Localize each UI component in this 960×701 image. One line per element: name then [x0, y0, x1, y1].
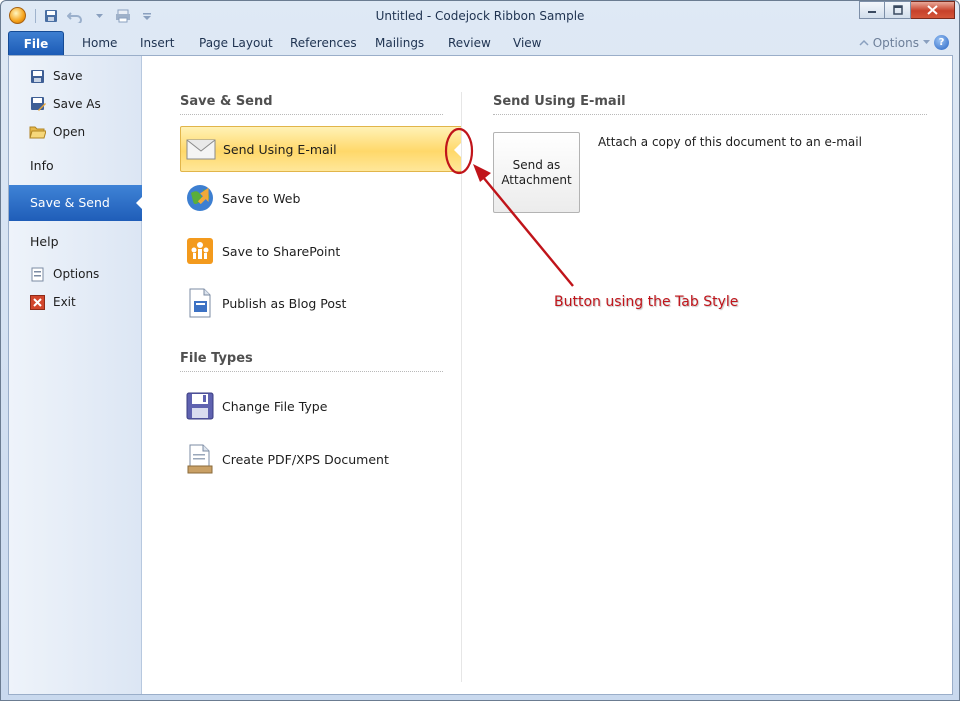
- send-as-attachment-label: Send as Attachment: [501, 158, 571, 188]
- sharepoint-icon: [184, 235, 216, 267]
- button-line-1: Send as: [512, 157, 561, 172]
- nav-info[interactable]: Info: [30, 158, 54, 173]
- nav-save-send[interactable]: Save & Send: [9, 185, 143, 221]
- save-send-heading: Save & Send: [180, 94, 273, 109]
- send-email-label: Send Using E-mail: [223, 141, 337, 157]
- options-menu[interactable]: Options ?: [859, 35, 949, 50]
- tab-review[interactable]: Review: [448, 36, 491, 50]
- nav-open[interactable]: Open: [29, 124, 85, 140]
- save-sharepoint-item[interactable]: Save to SharePoint: [180, 228, 462, 274]
- pdf-document-icon: [184, 443, 216, 475]
- save-web-label: Save to Web: [222, 190, 301, 206]
- annotation-label: Button using the Tab Style: [554, 294, 739, 310]
- file-types-heading: File Types: [180, 351, 253, 366]
- app-window: Untitled - Codejock Ribbon Sample File H…: [0, 0, 960, 701]
- chevron-down-icon: [923, 40, 930, 44]
- title-bar: Untitled - Codejock Ribbon Sample: [1, 1, 959, 31]
- divider: [493, 114, 927, 115]
- tab-mailings[interactable]: Mailings: [375, 36, 424, 50]
- backstage-view: Save Save As Open Info Save & Send Help: [8, 55, 953, 695]
- save-sharepoint-label: Save to SharePoint: [222, 243, 341, 259]
- minimize-button[interactable]: [859, 1, 885, 19]
- floppy-disk-icon: [184, 390, 216, 422]
- nav-exit[interactable]: Exit: [29, 294, 76, 310]
- nav-save-send-label: Save & Send: [30, 195, 110, 210]
- change-file-type-label: Change File Type: [222, 398, 328, 414]
- options-icon: [29, 266, 46, 282]
- publish-blog-label: Publish as Blog Post: [222, 295, 347, 311]
- save-icon: [29, 68, 46, 84]
- backstage-nav: Save Save As Open Info Save & Send Help: [9, 56, 143, 694]
- button-line-2: Attachment: [501, 172, 572, 187]
- attachment-description: Attach a copy of this document to an e-m…: [598, 135, 862, 149]
- nav-save-as[interactable]: Save As: [29, 96, 101, 112]
- globe-icon: [184, 182, 216, 214]
- save-as-icon: [29, 96, 46, 112]
- send-email-item[interactable]: Send Using E-mail: [180, 126, 462, 172]
- tab-file[interactable]: File: [8, 31, 64, 55]
- save-web-item[interactable]: Save to Web: [180, 175, 462, 221]
- help-icon[interactable]: ?: [934, 35, 949, 50]
- send-as-attachment-button[interactable]: Send as Attachment: [493, 132, 580, 213]
- ribbon-tabs: File Home Insert Page Layout References …: [1, 31, 959, 55]
- chevron-up-icon[interactable]: [859, 39, 869, 46]
- nav-save-label: Save: [53, 69, 83, 83]
- nav-options[interactable]: Options: [29, 266, 99, 282]
- create-pdf-label: Create PDF/XPS Document: [222, 451, 389, 467]
- tab-home[interactable]: Home: [82, 36, 117, 50]
- tab-insert[interactable]: Insert: [140, 36, 174, 50]
- publish-blog-item[interactable]: Publish as Blog Post: [180, 280, 462, 326]
- envelope-icon: [185, 133, 217, 165]
- nav-help[interactable]: Help: [30, 234, 59, 249]
- nav-save-as-label: Save As: [53, 97, 101, 111]
- options-label: Options: [872, 35, 919, 50]
- selection-notch: [136, 196, 143, 210]
- exit-icon: [29, 294, 46, 310]
- nav-exit-label: Exit: [53, 295, 76, 309]
- nav-save[interactable]: Save: [29, 68, 82, 84]
- tab-view[interactable]: View: [513, 36, 541, 50]
- nav-open-label: Open: [53, 125, 86, 139]
- close-button[interactable]: [911, 1, 955, 19]
- window-controls: [859, 1, 955, 19]
- nav-options-label: Options: [53, 267, 100, 281]
- change-file-type-item[interactable]: Change File Type: [180, 383, 462, 429]
- divider: [180, 114, 443, 115]
- divider: [180, 371, 443, 372]
- create-pdf-item[interactable]: Create PDF/XPS Document: [180, 436, 462, 482]
- send-email-heading: Send Using E-mail: [493, 94, 626, 109]
- column-separator: [461, 92, 462, 682]
- blog-post-icon: [184, 287, 216, 319]
- tab-references[interactable]: References: [290, 36, 357, 50]
- folder-icon: [29, 124, 46, 140]
- tab-page-layout[interactable]: Page Layout: [199, 36, 273, 50]
- window-title: Untitled - Codejock Ribbon Sample: [375, 9, 585, 23]
- maximize-button[interactable]: [885, 1, 911, 19]
